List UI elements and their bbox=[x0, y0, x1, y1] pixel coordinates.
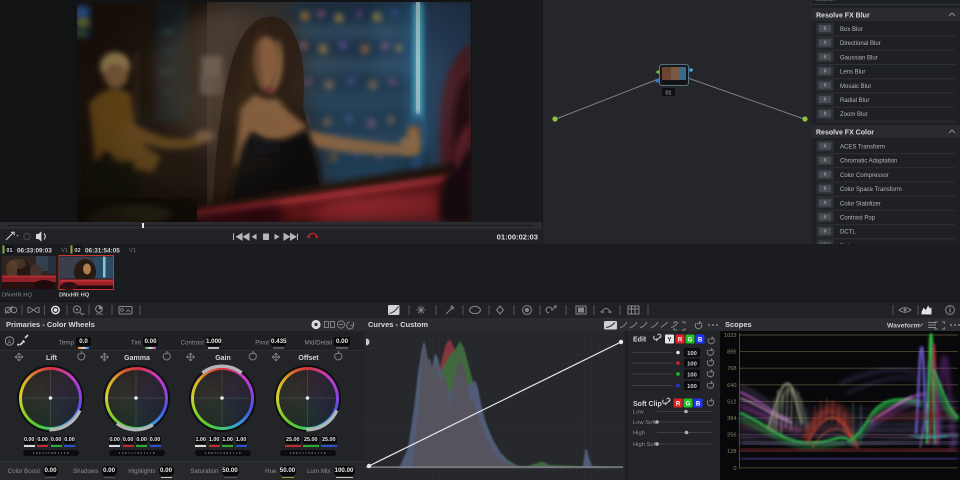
svg-text:Low Soft: Low Soft bbox=[633, 420, 656, 426]
svg-text:Gamma: Gamma bbox=[124, 355, 150, 362]
svg-text:1023: 1023 bbox=[724, 333, 736, 339]
svg-text:Resolve FX Blur: Resolve FX Blur bbox=[816, 13, 870, 20]
svg-text:Color Space Transform: Color Space Transform bbox=[840, 187, 902, 193]
svg-text:G: G bbox=[688, 338, 693, 344]
svg-text:Edit: Edit bbox=[633, 337, 647, 344]
svg-text:Resolve FX Color: Resolve FX Color bbox=[816, 130, 874, 137]
svg-text:A: A bbox=[7, 340, 11, 346]
svg-text:Y: Y bbox=[667, 338, 671, 344]
svg-text:V1: V1 bbox=[129, 248, 136, 254]
svg-text:100: 100 bbox=[687, 362, 697, 368]
svg-text:Color Compressor: Color Compressor bbox=[840, 173, 889, 179]
svg-text:Waveform: Waveform bbox=[887, 323, 920, 330]
svg-text:B: B bbox=[698, 338, 703, 344]
svg-text:Zoom Blur: Zoom Blur bbox=[840, 112, 868, 118]
svg-text:Lens Blur: Lens Blur bbox=[840, 70, 865, 76]
svg-text:768: 768 bbox=[727, 366, 736, 372]
svg-text:Tint: Tint bbox=[131, 340, 141, 347]
svg-text:Color Stabilizer: Color Stabilizer bbox=[840, 201, 881, 207]
svg-text:Chromatic Adaptation: Chromatic Adaptation bbox=[840, 159, 897, 165]
svg-text:Gain: Gain bbox=[215, 355, 231, 362]
svg-text:Directional Blur: Directional Blur bbox=[840, 41, 881, 47]
svg-text:06:33:09:03: 06:33:09:03 bbox=[17, 247, 52, 254]
svg-text:Soft Clip: Soft Clip bbox=[633, 401, 662, 408]
svg-text:256: 256 bbox=[727, 433, 736, 439]
svg-text:128: 128 bbox=[727, 449, 736, 455]
svg-text:High: High bbox=[633, 431, 645, 437]
svg-text:High Soft: High Soft bbox=[633, 442, 657, 448]
svg-text:DNxHR HQ: DNxHR HQ bbox=[2, 293, 32, 299]
svg-text:06:31:54:05: 06:31:54:05 bbox=[85, 247, 120, 254]
svg-text:Temp: Temp bbox=[59, 340, 75, 347]
svg-text:Lift: Lift bbox=[46, 355, 58, 362]
svg-text:Contrast Pop: Contrast Pop bbox=[840, 216, 876, 222]
svg-text:Pivot: Pivot bbox=[255, 340, 269, 347]
svg-text:896: 896 bbox=[727, 350, 736, 356]
svg-text:Offset: Offset bbox=[298, 355, 319, 362]
svg-text:Box Blur: Box Blur bbox=[840, 27, 863, 33]
svg-text:Low: Low bbox=[633, 410, 644, 416]
svg-text:B: B bbox=[696, 402, 701, 408]
svg-text:Mid/Detail: Mid/Detail bbox=[304, 340, 332, 347]
svg-text:512: 512 bbox=[727, 399, 736, 405]
svg-text:640: 640 bbox=[727, 383, 736, 389]
svg-text:R: R bbox=[676, 402, 681, 408]
svg-text:ACES Transform: ACES Transform bbox=[840, 145, 885, 151]
svg-text:01: 01 bbox=[665, 91, 671, 97]
svg-text:02: 02 bbox=[74, 248, 80, 254]
svg-text:100: 100 bbox=[687, 384, 697, 390]
svg-text:384: 384 bbox=[727, 416, 736, 422]
svg-text:DNxHR HQ: DNxHR HQ bbox=[59, 293, 90, 299]
svg-text:100: 100 bbox=[687, 351, 697, 357]
svg-text:Mosaic Blur: Mosaic Blur bbox=[840, 84, 871, 90]
svg-text:V1: V1 bbox=[61, 248, 68, 254]
svg-text:Gaussian Blur: Gaussian Blur bbox=[840, 55, 878, 61]
svg-text:G: G bbox=[686, 402, 691, 408]
svg-text:100: 100 bbox=[687, 373, 697, 379]
svg-text:0: 0 bbox=[733, 466, 736, 472]
svg-text:Contrast: Contrast bbox=[181, 340, 205, 347]
svg-text:DCTL: DCTL bbox=[840, 230, 856, 236]
svg-text:01: 01 bbox=[6, 248, 12, 254]
svg-text:01:00:02:03: 01:00:02:03 bbox=[497, 233, 538, 242]
svg-text:R: R bbox=[678, 338, 683, 344]
svg-text:Radial Blur: Radial Blur bbox=[840, 98, 869, 104]
